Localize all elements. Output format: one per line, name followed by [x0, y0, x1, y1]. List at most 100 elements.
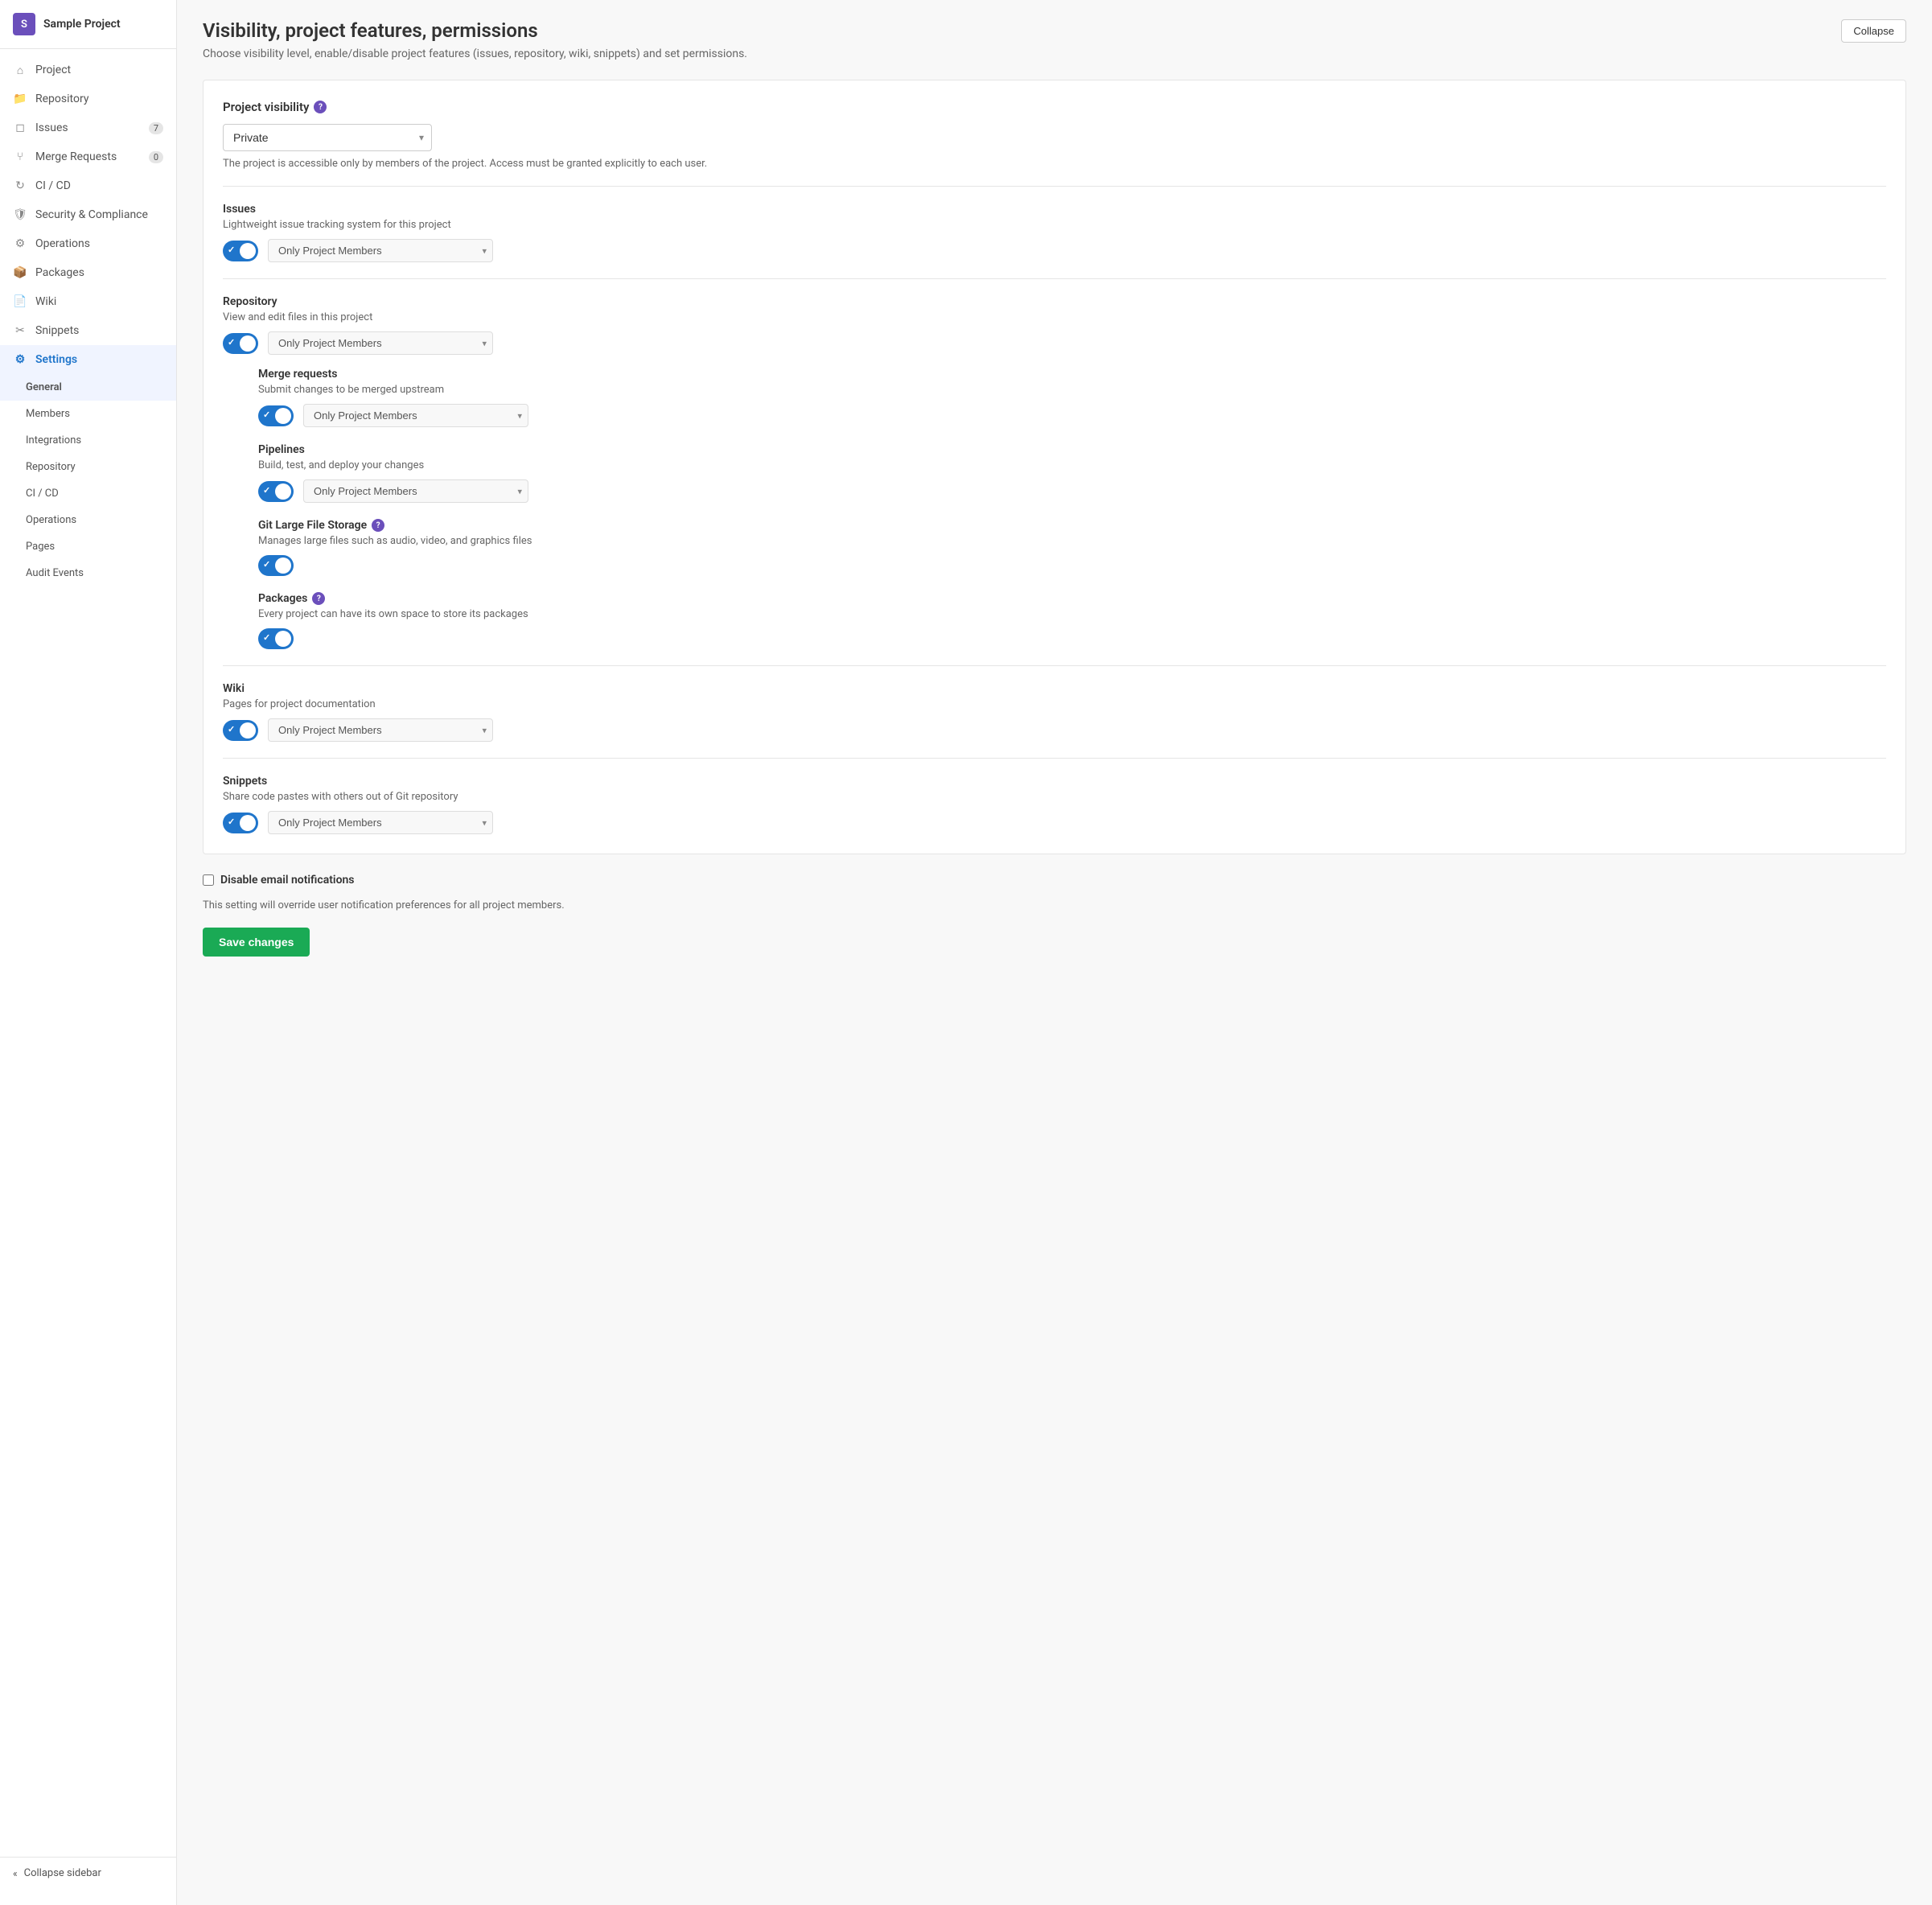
snippets-toggle[interactable]: ✓: [223, 813, 258, 833]
sidebar-item-wiki[interactable]: 📄 Wiki: [0, 287, 176, 316]
git-lfs-controls: ✓: [258, 555, 1886, 576]
sidebar-item-settings-integrations[interactable]: Integrations: [0, 427, 176, 454]
pipelines-section: Pipelines Build, test, and deploy your c…: [258, 443, 1886, 503]
issues-access-select[interactable]: Only Project Members Everyone With Acces…: [268, 239, 493, 262]
project-visibility-title: Project visibility ?: [223, 100, 1886, 114]
sidebar-item-settings[interactable]: ⚙ Settings: [0, 345, 176, 374]
repository-select-wrapper: Only Project Members Everyone With Acces…: [268, 331, 493, 355]
repository-desc: View and edit files in this project: [223, 311, 1886, 323]
repository-access-select[interactable]: Only Project Members Everyone With Acces…: [268, 331, 493, 355]
gear-icon: ⚙: [13, 352, 27, 367]
packages-controls: ✓: [258, 628, 1886, 649]
merge-requests-select-wrapper: Only Project Members Everyone With Acces…: [303, 404, 528, 427]
page-subtitle: Choose visibility level, enable/disable …: [203, 47, 1906, 60]
pipelines-access-select[interactable]: Only Project Members Everyone With Acces…: [303, 479, 528, 503]
email-notifications-section: Disable email notifications This setting…: [203, 874, 1906, 957]
sidebar-item-snippets[interactable]: ✂ Snippets: [0, 316, 176, 345]
page-header: Visibility, project features, permission…: [203, 19, 1906, 43]
wiki-select-wrapper: Only Project Members Everyone With Acces…: [268, 718, 493, 742]
package-icon: 📦: [13, 265, 27, 280]
packages-section: Packages ? Every project can have its ow…: [258, 592, 1886, 649]
page-title: Visibility, project features, permission…: [203, 19, 538, 42]
sidebar-item-settings-operations[interactable]: Operations: [0, 507, 176, 533]
merge-requests-access-select[interactable]: Only Project Members Everyone With Acces…: [303, 404, 528, 427]
repository-section: Repository View and edit files in this p…: [223, 295, 1886, 649]
sidebar-item-settings-general[interactable]: General: [0, 374, 176, 401]
wiki-icon: 📄: [13, 294, 27, 309]
visibility-select[interactable]: Private Internal Public: [223, 124, 432, 151]
issues-title: Issues: [223, 203, 1886, 216]
sidebar-header: S Sample Project: [0, 0, 176, 49]
issues-desc: Lightweight issue tracking system for th…: [223, 219, 1886, 231]
repository-toggle[interactable]: ✓: [223, 333, 258, 354]
repository-title: Repository: [223, 295, 1886, 308]
snippets-icon: ✂: [13, 323, 27, 338]
sidebar-item-settings-audit[interactable]: Audit Events: [0, 560, 176, 586]
git-lfs-title: Git Large File Storage ?: [258, 519, 1886, 532]
sidebar-item-packages[interactable]: 📦 Packages: [0, 258, 176, 287]
sidebar-item-settings-cicd[interactable]: CI / CD: [0, 480, 176, 507]
merge-requests-section: Merge requests Submit changes to be merg…: [258, 368, 1886, 427]
issues-icon: ◻: [13, 121, 27, 135]
pipelines-desc: Build, test, and deploy your changes: [258, 459, 1886, 471]
repository-controls: ✓ Only Project Members Everyone With Acc…: [223, 331, 1886, 355]
project-visibility-section: Project visibility ? Private Internal Pu…: [223, 100, 1886, 170]
sidebar-item-settings-repository[interactable]: Repository: [0, 454, 176, 480]
collapse-button[interactable]: Collapse: [1841, 19, 1906, 43]
home-icon: ⌂: [13, 63, 27, 77]
sidebar-item-cicd[interactable]: ↻ CI / CD: [0, 171, 176, 200]
sidebar-item-repository[interactable]: 📁 Repository: [0, 84, 176, 113]
collapse-sidebar-button[interactable]: « Collapse sidebar: [0, 1857, 176, 1889]
settings-card: Project visibility ? Private Internal Pu…: [203, 80, 1906, 854]
git-lfs-help-icon[interactable]: ?: [372, 519, 384, 532]
merge-requests-toggle[interactable]: ✓: [258, 405, 294, 426]
merge-badge: 0: [149, 151, 163, 163]
sidebar-item-project[interactable]: ⌂ Project: [0, 56, 176, 84]
packages-toggle[interactable]: ✓: [258, 628, 294, 649]
disable-email-checkbox[interactable]: [203, 874, 214, 886]
project-name: Sample Project: [43, 18, 121, 31]
packages-desc: Every project can have its own space to …: [258, 608, 1886, 620]
merge-requests-desc: Submit changes to be merged upstream: [258, 384, 1886, 396]
repository-sub-features: Merge requests Submit changes to be merg…: [242, 368, 1886, 649]
wiki-desc: Pages for project documentation: [223, 698, 1886, 710]
ci-icon: ↻: [13, 179, 27, 193]
sidebar-item-merge-requests[interactable]: ⑂ Merge Requests 0: [0, 142, 176, 171]
sidebar-item-settings-members[interactable]: Members: [0, 401, 176, 427]
sidebar-item-settings-pages[interactable]: Pages: [0, 533, 176, 560]
visibility-select-wrapper: Private Internal Public ▾: [223, 124, 432, 151]
wiki-access-select[interactable]: Only Project Members Everyone With Acces…: [268, 718, 493, 742]
snippets-section: Snippets Share code pastes with others o…: [223, 775, 1886, 834]
git-lfs-toggle[interactable]: ✓: [258, 555, 294, 576]
snippets-controls: ✓ Only Project Members Everyone With Acc…: [223, 811, 1886, 834]
disable-email-hint: This setting will override user notifica…: [203, 899, 1906, 911]
pipelines-title: Pipelines: [258, 443, 1886, 456]
snippets-access-select[interactable]: Only Project Members Everyone With Acces…: [268, 811, 493, 834]
project-avatar: S: [13, 13, 35, 35]
wiki-controls: ✓ Only Project Members Everyone With Acc…: [223, 718, 1886, 742]
visibility-help-icon[interactable]: ?: [314, 101, 327, 113]
main-content: Visibility, project features, permission…: [177, 0, 1932, 1905]
sidebar-item-security[interactable]: 🛡 Security & Compliance: [0, 200, 176, 229]
snippets-select-wrapper: Only Project Members Everyone With Acces…: [268, 811, 493, 834]
sidebar: S Sample Project ⌂ Project 📁 Repository …: [0, 0, 177, 1905]
sidebar-item-operations[interactable]: ⚙ Operations: [0, 229, 176, 258]
snippets-title: Snippets: [223, 775, 1886, 788]
pipelines-toggle[interactable]: ✓: [258, 481, 294, 502]
packages-help-icon[interactable]: ?: [312, 592, 325, 605]
visibility-hint: The project is accessible only by member…: [223, 158, 1886, 170]
save-changes-button[interactable]: Save changes: [203, 928, 310, 957]
git-lfs-section: Git Large File Storage ? Manages large f…: [258, 519, 1886, 576]
ops-icon: ⚙: [13, 237, 27, 251]
sidebar-item-issues[interactable]: ◻ Issues 7: [0, 113, 176, 142]
book-icon: 📁: [13, 92, 27, 106]
disable-email-label[interactable]: Disable email notifications: [220, 874, 355, 887]
merge-requests-controls: ✓ Only Project Members Everyone With Acc…: [258, 404, 1886, 427]
merge-icon: ⑂: [13, 150, 27, 164]
merge-requests-title: Merge requests: [258, 368, 1886, 381]
wiki-toggle[interactable]: ✓: [223, 720, 258, 741]
disable-email-checkbox-row: Disable email notifications: [203, 874, 1906, 887]
issues-toggle[interactable]: ✓: [223, 241, 258, 261]
pipelines-select-wrapper: Only Project Members Everyone With Acces…: [303, 479, 528, 503]
issues-select-wrapper: Only Project Members Everyone With Acces…: [268, 239, 493, 262]
